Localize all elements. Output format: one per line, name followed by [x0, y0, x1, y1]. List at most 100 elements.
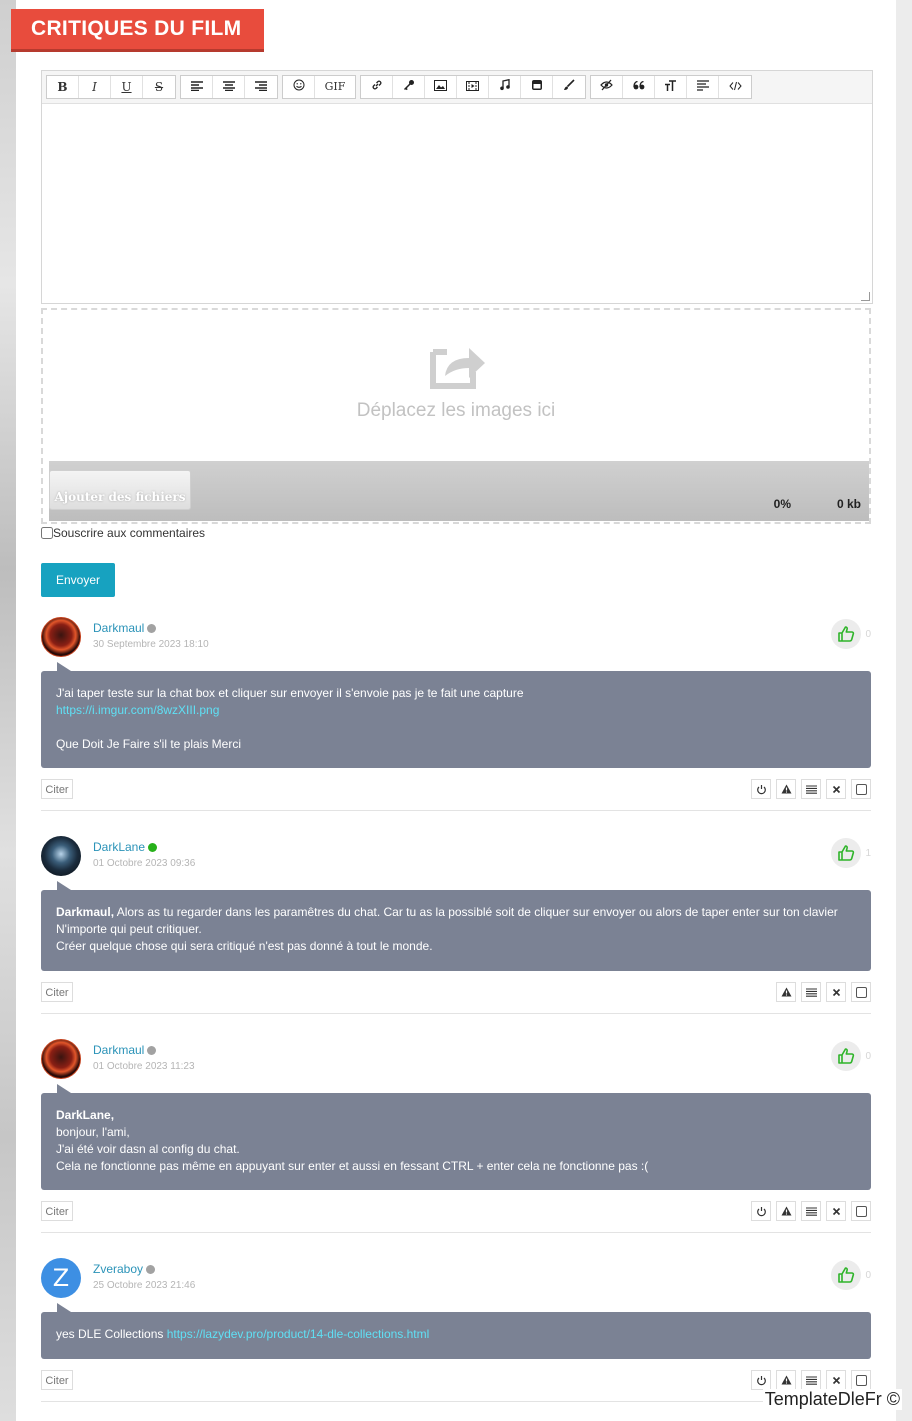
comment-author[interactable]: Darkmaul	[93, 621, 157, 635]
image-icon[interactable]	[425, 76, 457, 98]
author-name[interactable]: Zveraboy	[93, 1262, 143, 1276]
align-center-icon[interactable]	[213, 76, 245, 98]
delete-icon[interactable]	[826, 1370, 846, 1390]
menu-icon[interactable]	[801, 1370, 821, 1390]
author-name[interactable]: Darkmaul	[93, 1043, 144, 1057]
image-dropzone[interactable]: Déplacez les images ici Ajouter des fich…	[41, 308, 871, 524]
extra-group	[590, 75, 752, 99]
power-icon[interactable]	[751, 1201, 771, 1221]
like-button[interactable]	[831, 838, 861, 868]
text-size-icon[interactable]	[655, 76, 687, 98]
warning-icon[interactable]	[776, 982, 796, 1002]
align-right-icon[interactable]	[245, 76, 277, 98]
avatar[interactable]	[41, 1039, 81, 1079]
share-upload-icon	[430, 348, 485, 389]
thumbs-up-icon	[838, 845, 855, 861]
comment-author[interactable]: Zveraboy	[93, 1262, 156, 1276]
like-button[interactable]	[831, 619, 861, 649]
like-button[interactable]	[831, 1260, 861, 1290]
comment-text: Que Doit Je Faire s'il te plais Merci	[56, 737, 242, 751]
italic-button[interactable]: I	[79, 76, 111, 98]
background-left	[0, 0, 16, 1421]
like-count: 1	[865, 848, 871, 859]
select-checkbox[interactable]	[851, 982, 871, 1002]
author-name[interactable]: Darkmaul	[93, 621, 144, 635]
resize-grip-icon[interactable]	[861, 292, 870, 301]
quote-icon[interactable]	[623, 76, 655, 98]
smiley-icon[interactable]	[283, 76, 315, 98]
menu-icon[interactable]	[801, 982, 821, 1002]
media-player-icon[interactable]	[521, 76, 553, 98]
comment-author[interactable]: Darkmaul	[93, 1043, 157, 1057]
underline-button[interactable]: U	[111, 76, 143, 98]
thumbs-up-icon	[838, 626, 855, 642]
avatar[interactable]	[41, 836, 81, 876]
cite-button[interactable]: Citer	[41, 779, 73, 799]
comment-editor: B I U S GIF	[41, 70, 873, 304]
comment-actions	[746, 779, 871, 799]
comment-author[interactable]: DarkLane	[93, 840, 158, 854]
like-button[interactable]	[831, 1041, 861, 1071]
select-checkbox[interactable]	[851, 779, 871, 799]
comment-text: Alors as tu regarder dans les paramêtres…	[114, 905, 838, 919]
select-checkbox[interactable]	[851, 1370, 871, 1390]
upload-progress-bar: Ajouter des fichiers 0% 0 kb	[49, 461, 869, 521]
subscribe-option[interactable]: Souscrire aux commentaires	[41, 526, 205, 540]
media-group	[360, 75, 586, 99]
progress-size: 0 kb	[836, 497, 861, 511]
hide-icon[interactable]	[591, 76, 623, 98]
paragraph-icon[interactable]	[687, 76, 719, 98]
warning-icon[interactable]	[776, 779, 796, 799]
warning-icon[interactable]	[776, 1370, 796, 1390]
send-button[interactable]: Envoyer	[41, 563, 115, 597]
thumbs-up-icon	[838, 1267, 855, 1283]
key-icon[interactable]	[393, 76, 425, 98]
menu-icon[interactable]	[801, 779, 821, 799]
delete-icon[interactable]	[826, 982, 846, 1002]
comment-text: Créer quelque chose qui sera critiqué n'…	[56, 939, 433, 953]
comment-date: 25 Octobre 2023 21:46	[93, 1280, 196, 1291]
delete-icon[interactable]	[826, 1201, 846, 1221]
warning-icon[interactable]	[776, 1201, 796, 1221]
editor-toolbar: B I U S GIF	[42, 71, 872, 104]
cite-button[interactable]: Citer	[41, 1201, 73, 1221]
comment-link[interactable]: https://i.imgur.com/8wzXIII.png	[56, 703, 219, 717]
bold-button[interactable]: B	[47, 76, 79, 98]
power-icon[interactable]	[751, 779, 771, 799]
author-name[interactable]: DarkLane	[93, 840, 145, 854]
select-checkbox[interactable]	[851, 1201, 871, 1221]
dropzone-text: Déplacez les images ici	[356, 400, 556, 421]
progress-percent: 0%	[773, 497, 791, 511]
comment-body: yes DLE Collections https://lazydev.pro/…	[41, 1303, 871, 1359]
comment-date: 30 Septembre 2023 18:10	[93, 639, 209, 650]
comment-mention: DarkLane,	[56, 1108, 115, 1122]
power-icon[interactable]	[751, 1370, 771, 1390]
comment-link[interactable]: https://lazydev.pro/product/14-dle-colle…	[167, 1327, 430, 1341]
comment-actions	[771, 982, 871, 1002]
video-icon[interactable]	[457, 76, 489, 98]
subscribe-checkbox[interactable]	[41, 527, 53, 539]
menu-icon[interactable]	[801, 1201, 821, 1221]
add-files-button[interactable]: Ajouter des fichiers	[49, 470, 191, 510]
comment-textarea[interactable]	[42, 104, 872, 302]
align-group	[180, 75, 278, 99]
comment-separator	[41, 1232, 871, 1233]
align-left-icon[interactable]	[181, 76, 213, 98]
avatar[interactable]: Z	[41, 1258, 81, 1298]
watermark: TemplateDleFr ©	[762, 1389, 902, 1410]
comment-separator	[41, 1401, 871, 1402]
status-offline-icon	[147, 623, 157, 633]
strikethrough-button[interactable]: S	[143, 76, 175, 98]
code-icon[interactable]	[719, 76, 751, 98]
delete-icon[interactable]	[826, 779, 846, 799]
cite-button[interactable]: Citer	[41, 1370, 73, 1390]
music-icon[interactable]	[489, 76, 521, 98]
gif-button[interactable]: GIF	[315, 76, 355, 98]
brush-icon[interactable]	[553, 76, 585, 98]
section-title: CRITIQUES DU FILM	[11, 9, 264, 49]
cite-button[interactable]: Citer	[41, 982, 73, 1002]
comment-text: Cela ne fonctionne pas même en appuyant …	[56, 1159, 649, 1173]
like-count: 0	[865, 629, 871, 640]
link-icon[interactable]	[361, 76, 393, 98]
avatar[interactable]	[41, 617, 81, 657]
